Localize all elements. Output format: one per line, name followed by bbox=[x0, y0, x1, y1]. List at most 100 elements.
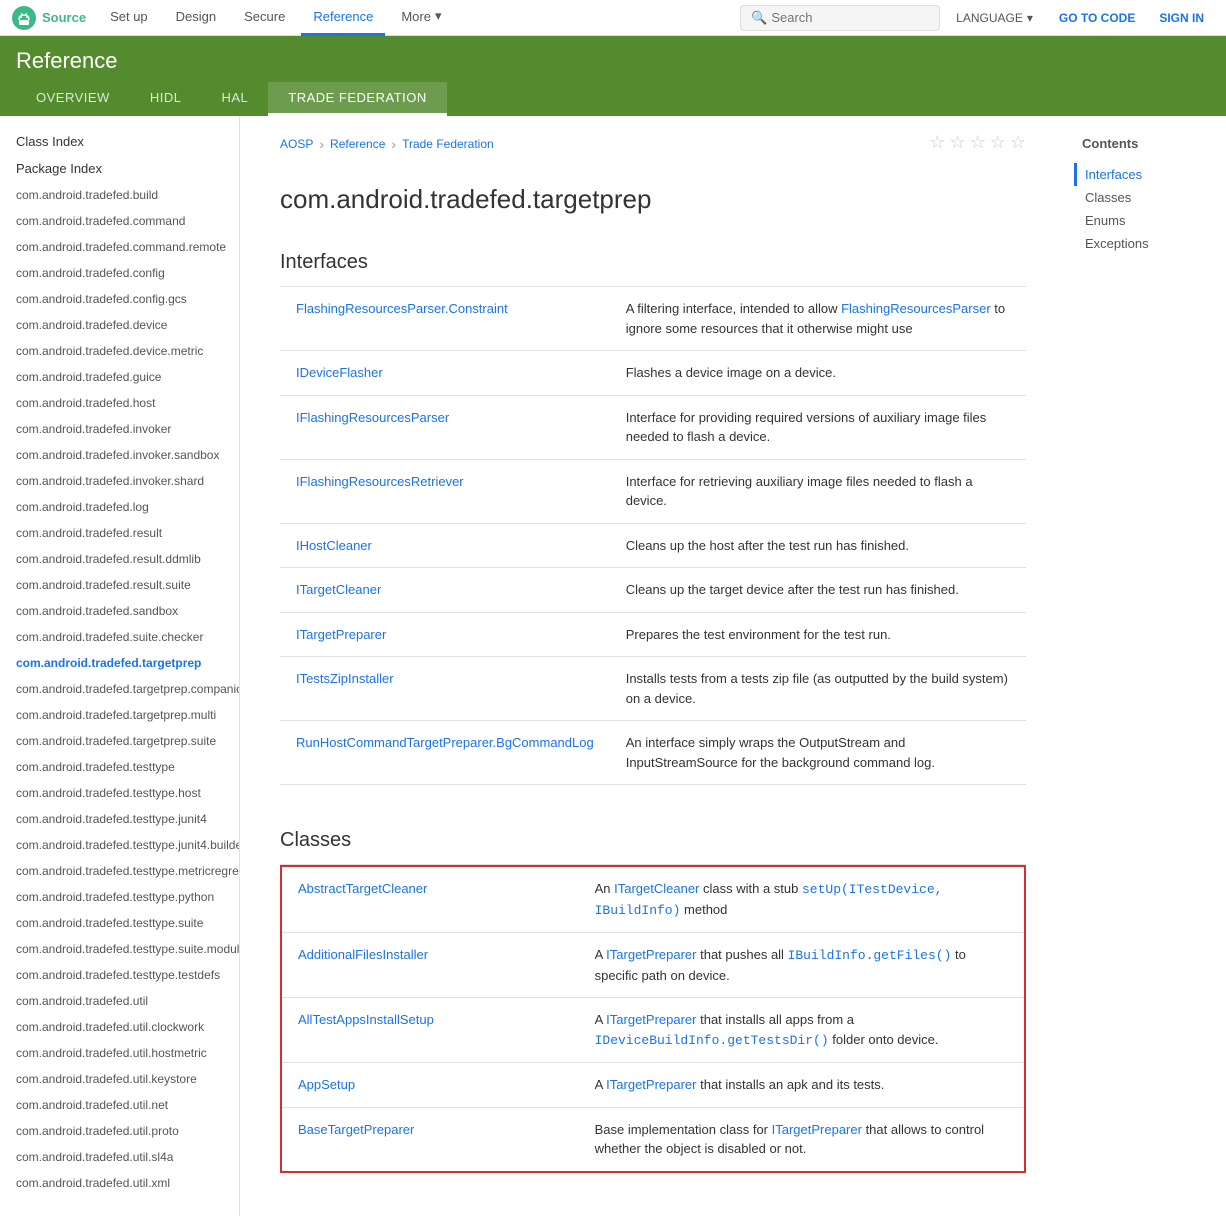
interface-link-cell: IFlashingResourcesParser bbox=[280, 395, 610, 459]
tab-hal[interactable]: HAL bbox=[201, 82, 268, 116]
itargetcleaner-link[interactable]: ITargetCleaner bbox=[614, 881, 699, 896]
sidebar-link-31[interactable]: com.android.tradefed.util bbox=[0, 988, 239, 1014]
sidebar-link-36[interactable]: com.android.tradefed.util.proto bbox=[0, 1118, 239, 1144]
class-link-appsetup[interactable]: AppSetup bbox=[298, 1077, 355, 1092]
main-layout: Class Index Package Index com.android.tr… bbox=[0, 116, 1226, 1225]
sidebar-link-35[interactable]: com.android.tradefed.util.net bbox=[0, 1092, 239, 1118]
sidebar-link-29[interactable]: com.android.tradefed.testtype.suite.modu… bbox=[0, 936, 239, 962]
interface-link-runhostcommand[interactable]: RunHostCommandTargetPreparer.BgCommandLo… bbox=[296, 735, 594, 750]
nav-design[interactable]: Design bbox=[164, 0, 228, 36]
sidebar-link-24[interactable]: com.android.tradefed.testtype.junit4 bbox=[0, 806, 239, 832]
sidebar-link-37[interactable]: com.android.tradefed.util.sl4a bbox=[0, 1144, 239, 1170]
sidebar-link-19[interactable]: com.android.tradefed.targetprep.companio… bbox=[0, 676, 239, 702]
sidebar-link-12[interactable]: com.android.tradefed.log bbox=[0, 494, 239, 520]
sidebar-link-3[interactable]: com.android.tradefed.config bbox=[0, 260, 239, 286]
sidebar-link-32[interactable]: com.android.tradefed.util.clockwork bbox=[0, 1014, 239, 1040]
sidebar-link-10[interactable]: com.android.tradefed.invoker.sandbox bbox=[0, 442, 239, 468]
sidebar-link-21[interactable]: com.android.tradefed.targetprep.suite bbox=[0, 728, 239, 754]
sidebar-link-15[interactable]: com.android.tradefed.result.suite bbox=[0, 572, 239, 598]
interface-link-itargetcleaner[interactable]: ITargetCleaner bbox=[296, 582, 381, 597]
interface-link-flashing-constraint[interactable]: FlashingResourcesParser.Constraint bbox=[296, 301, 508, 316]
sidebar-link-20[interactable]: com.android.tradefed.targetprep.multi bbox=[0, 702, 239, 728]
go-to-code-link[interactable]: GO TO CODE bbox=[1049, 11, 1145, 25]
nav-reference[interactable]: Reference bbox=[301, 0, 385, 36]
sidebar-link-27[interactable]: com.android.tradefed.testtype.python bbox=[0, 884, 239, 910]
toc-item-classes[interactable]: Classes bbox=[1074, 186, 1218, 209]
sidebar-link-9[interactable]: com.android.tradefed.invoker bbox=[0, 416, 239, 442]
star-4[interactable]: ☆ bbox=[990, 132, 1006, 153]
table-row: AbstractTargetCleaner An ITargetCleaner … bbox=[281, 866, 1025, 933]
star-3[interactable]: ☆ bbox=[970, 132, 986, 153]
nav-setup[interactable]: Set up bbox=[98, 0, 160, 36]
sidebar-link-2[interactable]: com.android.tradefed.command.remote bbox=[0, 234, 239, 260]
nav-more[interactable]: More ▾ bbox=[389, 0, 453, 36]
sidebar-link-1[interactable]: com.android.tradefed.command bbox=[0, 208, 239, 234]
class-link-basetargetpreparer[interactable]: BaseTargetPreparer bbox=[298, 1122, 414, 1137]
sidebar-link-11[interactable]: com.android.tradefed.invoker.shard bbox=[0, 468, 239, 494]
star-rating[interactable]: ☆ ☆ ☆ ☆ ☆ bbox=[929, 132, 1026, 153]
sidebar-link-6[interactable]: com.android.tradefed.device.metric bbox=[0, 338, 239, 364]
interface-link-ihostcleaner[interactable]: IHostCleaner bbox=[296, 538, 372, 553]
interface-link-ideviceflasher[interactable]: IDeviceFlasher bbox=[296, 365, 383, 380]
interface-link-iflashingresourcesparser[interactable]: IFlashingResourcesParser bbox=[296, 410, 449, 425]
itargetpreparer-link[interactable]: ITargetPreparer bbox=[606, 947, 696, 962]
tab-trade-federation[interactable]: TRADE FEDERATION bbox=[268, 82, 447, 116]
sidebar-item-class-index[interactable]: Class Index bbox=[0, 128, 239, 155]
sidebar-link-25[interactable]: com.android.tradefed.testtype.junit4.bui… bbox=[0, 832, 239, 858]
ibuildinfo-getfiles-link[interactable]: IBuildInfo.getFiles() bbox=[788, 948, 952, 963]
breadcrumb-reference[interactable]: Reference bbox=[330, 137, 385, 151]
sidebar-link-5[interactable]: com.android.tradefed.device bbox=[0, 312, 239, 338]
interface-link-itestszipinstaller[interactable]: ITestsZipInstaller bbox=[296, 671, 394, 686]
nav-secure[interactable]: Secure bbox=[232, 0, 297, 36]
itargetpreparer-link-2[interactable]: ITargetPreparer bbox=[606, 1012, 696, 1027]
sidebar-link-34[interactable]: com.android.tradefed.util.keystore bbox=[0, 1066, 239, 1092]
star-1[interactable]: ☆ bbox=[929, 132, 945, 153]
sign-in-link[interactable]: SIGN IN bbox=[1149, 11, 1214, 25]
breadcrumb-sep-1: › bbox=[319, 136, 324, 152]
itargetpreparer-link-3[interactable]: ITargetPreparer bbox=[606, 1077, 696, 1092]
breadcrumb-trade-federation[interactable]: Trade Federation bbox=[402, 137, 494, 151]
flashingresourcesparser-link[interactable]: FlashingResourcesParser bbox=[841, 301, 991, 316]
sidebar-link-33[interactable]: com.android.tradefed.util.hostmetric bbox=[0, 1040, 239, 1066]
sidebar-link-23[interactable]: com.android.tradefed.testtype.host bbox=[0, 780, 239, 806]
language-button[interactable]: LANGUAGE ▾ bbox=[944, 11, 1045, 25]
toc-title: Contents bbox=[1074, 132, 1218, 155]
sidebar-link-28[interactable]: com.android.tradefed.testtype.suite bbox=[0, 910, 239, 936]
table-row: BaseTargetPreparer Base implementation c… bbox=[281, 1107, 1025, 1172]
sidebar-link-16[interactable]: com.android.tradefed.sandbox bbox=[0, 598, 239, 624]
itargetpreparer-link-4[interactable]: ITargetPreparer bbox=[772, 1122, 862, 1137]
sidebar-link-targetprep[interactable]: com.android.tradefed.targetprep bbox=[0, 650, 239, 676]
sidebar-link-4[interactable]: com.android.tradefed.config.gcs bbox=[0, 286, 239, 312]
sidebar-link-13[interactable]: com.android.tradefed.result bbox=[0, 520, 239, 546]
sidebar-link-14[interactable]: com.android.tradefed.result.ddmlib bbox=[0, 546, 239, 572]
interface-link-cell: ITestsZipInstaller bbox=[280, 657, 610, 721]
sidebar-link-8[interactable]: com.android.tradefed.host bbox=[0, 390, 239, 416]
class-link-cell: AppSetup bbox=[281, 1063, 579, 1108]
toc-item-enums[interactable]: Enums bbox=[1074, 209, 1218, 232]
sidebar-link-38[interactable]: com.android.tradefed.util.xml bbox=[0, 1170, 239, 1196]
sidebar-link-0[interactable]: com.android.tradefed.build bbox=[0, 182, 239, 208]
sidebar: Class Index Package Index com.android.tr… bbox=[0, 116, 240, 1216]
class-link-additionalfilesinstaller[interactable]: AdditionalFilesInstaller bbox=[298, 947, 428, 962]
toc-item-interfaces[interactable]: Interfaces bbox=[1074, 163, 1218, 186]
sidebar-link-22[interactable]: com.android.tradefed.testtype bbox=[0, 754, 239, 780]
idevicebuildinfo-link[interactable]: IDeviceBuildInfo.getTestsDir() bbox=[595, 1033, 829, 1048]
star-5[interactable]: ☆ bbox=[1010, 132, 1026, 153]
sidebar-item-package-index[interactable]: Package Index bbox=[0, 155, 239, 182]
class-link-abstracttargetcleaner[interactable]: AbstractTargetCleaner bbox=[298, 881, 427, 896]
toc-item-exceptions[interactable]: Exceptions bbox=[1074, 232, 1218, 255]
tab-overview[interactable]: OVERVIEW bbox=[16, 82, 130, 116]
search-input[interactable] bbox=[771, 10, 929, 25]
sidebar-link-30[interactable]: com.android.tradefed.testtype.testdefs bbox=[0, 962, 239, 988]
sidebar-link-17[interactable]: com.android.tradefed.suite.checker bbox=[0, 624, 239, 650]
tab-hidl[interactable]: HIDL bbox=[130, 82, 202, 116]
interface-desc-cell: Cleans up the target device after the te… bbox=[610, 568, 1026, 613]
logo[interactable]: Source bbox=[12, 6, 86, 30]
class-link-alltestappsinstallsetup[interactable]: AllTestAppsInstallSetup bbox=[298, 1012, 434, 1027]
breadcrumb-aosp[interactable]: AOSP bbox=[280, 137, 313, 151]
sidebar-link-7[interactable]: com.android.tradefed.guice bbox=[0, 364, 239, 390]
sidebar-link-26[interactable]: com.android.tradefed.testtype.metricregr… bbox=[0, 858, 239, 884]
interface-link-itargetpreparer[interactable]: ITargetPreparer bbox=[296, 627, 386, 642]
interface-link-iflashingresourcesretriever[interactable]: IFlashingResourcesRetriever bbox=[296, 474, 464, 489]
star-2[interactable]: ☆ bbox=[949, 132, 965, 153]
